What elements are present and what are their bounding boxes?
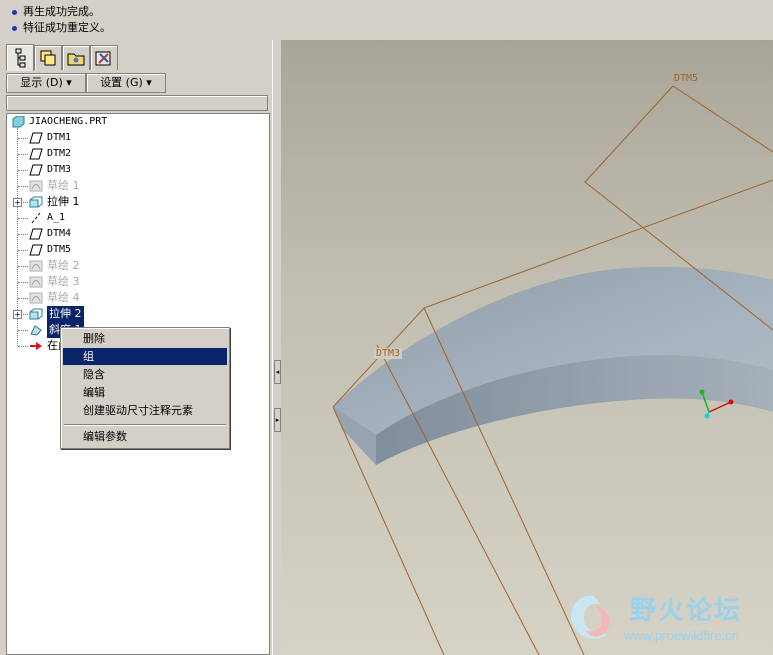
menu-separator: [64, 424, 226, 426]
watermark-title: 野火论坛: [630, 596, 743, 626]
datum-plane-icon: [29, 148, 43, 160]
bullet-icon: [12, 9, 17, 15]
message-line: 特征成功重定义。: [12, 19, 111, 35]
watermark-url: www.proewildfire.cn: [624, 628, 739, 643]
draft-icon: [29, 324, 43, 336]
favorites-tab[interactable]: [90, 45, 118, 70]
tree-item[interactable]: DTM1: [47, 130, 71, 146]
show-button[interactable]: 显示 (D) ▾: [6, 73, 86, 93]
watermark: 野火论坛 www.proewildfire.cn: [560, 588, 772, 650]
expand-icon[interactable]: +: [13, 310, 22, 319]
tree-icon: [15, 48, 26, 68]
tree-toolbar: 显示 (D) ▾ 设置 (G) ▾: [6, 73, 268, 93]
menu-item-group[interactable]: 组: [63, 348, 227, 365]
graphics-window[interactable]: DTM5 DTM3: [281, 40, 773, 655]
menu-item-suppress[interactable]: 隐含: [63, 366, 227, 383]
datum-plane-icon: [29, 164, 43, 176]
message-line: 再生成功完成。: [12, 3, 100, 19]
menu-item-edit[interactable]: 编辑: [63, 384, 227, 401]
tree-connector: [18, 282, 28, 283]
tree-item[interactable]: DTM5: [47, 242, 71, 258]
menu-item-edit-parameters[interactable]: 编辑参数: [63, 428, 227, 445]
tree-connector: [18, 138, 28, 139]
tree-connector: [18, 234, 28, 235]
extrude-icon: [29, 196, 43, 208]
bullet-icon: [12, 25, 17, 31]
tree-connector: [18, 170, 28, 171]
sketch-icon: [29, 180, 43, 192]
tree-item[interactable]: 拉伸 2: [47, 306, 84, 322]
datum-plane-icon: [29, 228, 43, 240]
menu-item-create-driving-dimension[interactable]: 创建驱动尺寸注释元素: [63, 402, 227, 419]
tree-root[interactable]: JIAOCHENG.PRT: [29, 114, 107, 130]
tree-item[interactable]: 草绘 1: [47, 178, 80, 194]
sketch-icon: [29, 276, 43, 288]
tree-connector: [18, 298, 28, 299]
forum-logo-icon: [571, 595, 610, 639]
tree-connector: [18, 330, 28, 331]
datum-label-dtm5: DTM5: [674, 73, 699, 84]
tree-item[interactable]: 草绘 4: [47, 290, 80, 306]
tree-connector: [18, 346, 28, 347]
menu-item-delete[interactable]: 删除: [63, 330, 227, 347]
extrude-icon: [29, 308, 43, 320]
tools-icon: [95, 51, 111, 66]
tree-item[interactable]: 拉伸 1: [47, 194, 80, 210]
folder-tab[interactable]: [62, 45, 90, 70]
axis-icon: [29, 212, 43, 224]
tree-item[interactable]: 草绘 3: [47, 274, 80, 290]
model-view: [332, 85, 773, 655]
datum-label-dtm3: DTM3: [374, 348, 403, 359]
tree-item[interactable]: DTM3: [47, 162, 71, 178]
datum-plane-icon: [29, 244, 43, 256]
tree-connector: [18, 218, 28, 219]
collapse-left-icon[interactable]: ◂: [274, 360, 281, 384]
expand-icon[interactable]: +: [13, 198, 22, 207]
tree-connector: [18, 186, 28, 187]
tree-item[interactable]: 草绘 2: [47, 258, 80, 274]
layers-icon: [40, 50, 56, 66]
tree-item[interactable]: DTM2: [47, 146, 71, 162]
tree-item[interactable]: A_1: [47, 210, 65, 226]
context-menu: 删除 组 隐含 编辑 创建驱动尺寸注释元素 编辑参数: [60, 327, 230, 449]
sketch-icon: [29, 292, 43, 304]
tree-item[interactable]: DTM4: [47, 226, 71, 242]
tree-connector: [18, 154, 28, 155]
folder-icon: [67, 53, 85, 66]
part-icon: [12, 116, 25, 128]
tree-connector: [18, 266, 28, 267]
datum-plane-icon: [29, 132, 43, 144]
model-tree-tab[interactable]: [6, 44, 34, 71]
message-area: 再生成功完成。 特征成功重定义。: [0, 0, 773, 41]
insert-arrow-icon: [29, 340, 43, 352]
tree-connector: [18, 250, 28, 251]
layers-tab[interactable]: [34, 45, 62, 70]
expand-right-icon[interactable]: ▸: [274, 408, 281, 432]
sketch-icon: [29, 260, 43, 272]
tree-filter-bar[interactable]: [6, 95, 268, 111]
settings-button[interactable]: 设置 (G) ▾: [86, 73, 166, 93]
